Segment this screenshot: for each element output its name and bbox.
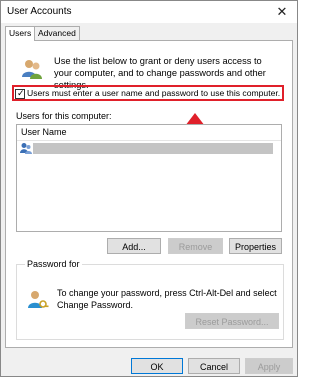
require-login-label[interactable]: Users must enter a user name and passwor… — [27, 88, 280, 98]
tab-users[interactable]: Users — [5, 26, 36, 41]
password-instructions: To change your password, press Ctrl-Alt-… — [57, 288, 277, 310]
password-group: Password for To change your password, pr… — [16, 259, 284, 340]
apply-button[interactable]: Apply — [245, 358, 293, 374]
users-tab-panel: Use the list below to grant or deny user… — [5, 40, 293, 348]
ok-button[interactable]: OK — [131, 358, 183, 374]
column-header-user-name[interactable]: User Name — [17, 125, 281, 141]
window-title: User Accounts — [7, 6, 72, 17]
checkmark-icon: ✓ — [17, 88, 25, 98]
users-listbox[interactable]: User Name — [16, 124, 282, 232]
title-bar: User Accounts ✕ — [1, 1, 297, 23]
user-key-icon — [28, 291, 49, 308]
tab-advanced[interactable]: Advanced — [34, 26, 80, 40]
add-button[interactable]: Add... — [107, 238, 161, 254]
table-row[interactable] — [17, 142, 281, 155]
users-group-icon — [22, 60, 42, 79]
user-accounts-dialog: User Accounts ✕ Users Advanced Use the l… — [0, 0, 298, 377]
user-icon — [20, 143, 32, 154]
users-list-caption: Users for this computer: — [16, 111, 112, 121]
close-button[interactable]: ✕ — [273, 3, 291, 20]
properties-button[interactable]: Properties — [229, 238, 282, 254]
redacted-user-name — [33, 143, 273, 154]
column-header-label: User Name — [21, 127, 67, 137]
password-group-title: Password for — [25, 259, 82, 269]
reset-password-button[interactable]: Reset Password... — [185, 313, 279, 329]
require-login-checkbox[interactable]: ✓ — [15, 88, 25, 99]
cancel-button[interactable]: Cancel — [188, 358, 240, 374]
remove-button[interactable]: Remove — [168, 238, 223, 254]
require-login-row[interactable]: ✓ Users must enter a user name and passw… — [15, 88, 281, 99]
